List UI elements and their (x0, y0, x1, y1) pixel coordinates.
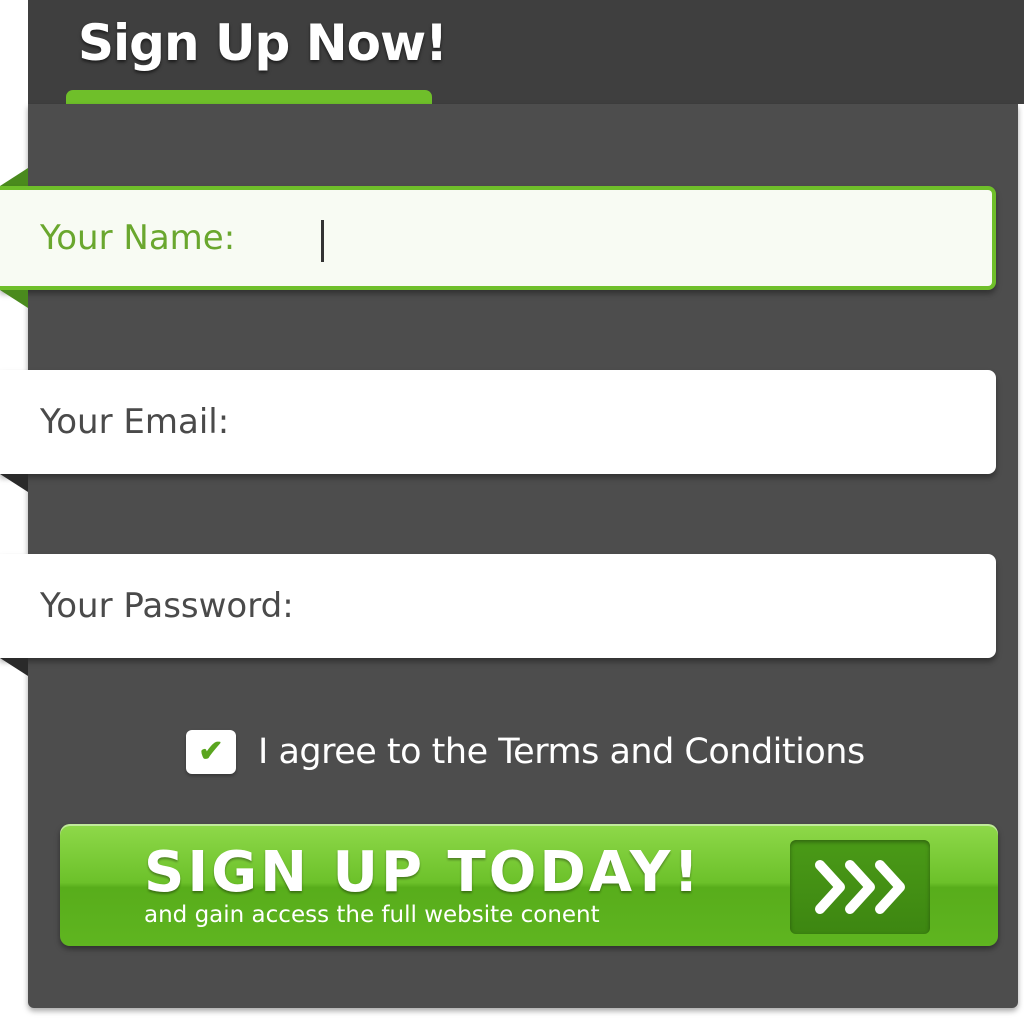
password-input[interactable] (320, 572, 964, 638)
ribbon-fold-password (0, 658, 28, 676)
signup-button-subtitle: and gain access the full website conent (144, 902, 600, 928)
terms-checkbox[interactable]: ✔ (186, 730, 236, 774)
page-title: Sign Up Now! (78, 14, 448, 72)
title-underline (66, 90, 432, 104)
checkmark-icon: ✔ (198, 735, 224, 768)
terms-row: ✔ I agree to the Terms and Conditions (186, 730, 865, 774)
password-field-row[interactable]: Your Password: (0, 554, 996, 658)
ribbon-fold-bottom (0, 290, 28, 308)
ribbon-fold-email (0, 474, 28, 492)
triple-chevron-right-icon (790, 840, 930, 934)
name-field-label: Your Name: (40, 218, 236, 258)
name-field-row[interactable]: Your Name: (0, 186, 996, 290)
terms-label[interactable]: I agree to the Terms and Conditions (258, 732, 865, 772)
signup-button-title: SIGN UP TODAY! (144, 840, 702, 905)
signup-page: Sign Up Now! envato Your Name: Your Emai… (0, 0, 1024, 1024)
password-field-label: Your Password: (40, 586, 294, 626)
name-input[interactable] (320, 208, 964, 274)
email-input[interactable] (320, 388, 964, 454)
email-field-row[interactable]: Your Email: (0, 370, 996, 474)
signup-button[interactable]: SIGN UP TODAY! and gain access the full … (60, 824, 998, 946)
ribbon-fold-top (0, 168, 28, 186)
email-field-label: Your Email: (40, 402, 230, 442)
